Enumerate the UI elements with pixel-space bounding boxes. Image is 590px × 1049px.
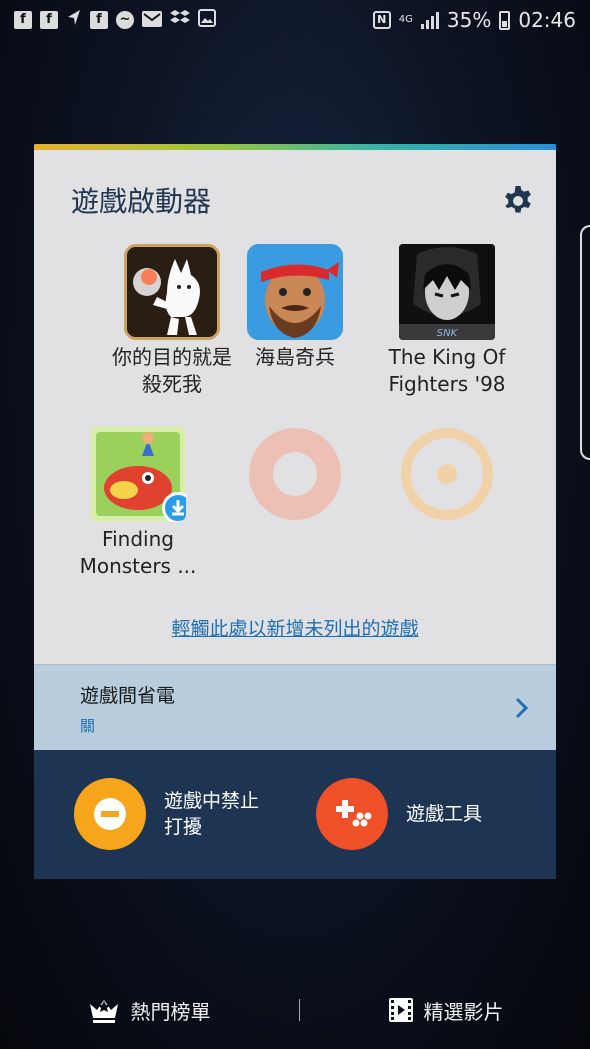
do-not-disturb-icon — [74, 778, 146, 850]
image-icon — [198, 8, 216, 32]
status-bar: f f f ~ N 4G 35% 02:46 — [0, 0, 590, 40]
game-tools-panel: 遊戲中禁止 打擾 遊戲工具 — [34, 750, 556, 879]
svg-text:SNK: SNK — [437, 328, 459, 339]
app-tile-boom-beach[interactable]: 海島奇兵 — [215, 244, 375, 371]
messenger-icon: ~ — [116, 11, 134, 29]
featured-videos-label: 精選影片 — [423, 999, 504, 1024]
battery-percent: 35% — [446, 8, 492, 32]
tool-label-line: 打擾 — [164, 816, 203, 838]
gmail-icon — [142, 8, 162, 32]
empty-slot — [215, 426, 375, 526]
app-label-line: Monsters ... — [79, 554, 197, 578]
empty-slot-target-icon — [401, 428, 493, 520]
chevron-right-icon — [515, 697, 528, 719]
app-label: 海島奇兵 — [215, 344, 375, 371]
do-not-disturb-button[interactable]: 遊戲中禁止 打擾 — [74, 778, 274, 850]
app-label: The King Of Fighters '98 — [367, 344, 527, 398]
bottom-nav: 熱門榜單 精選影片 — [0, 985, 590, 1035]
gamepad-icon — [316, 778, 388, 850]
clock: 02:46 — [518, 8, 576, 32]
facebook-icon: f — [90, 11, 108, 29]
nav-divider — [298, 999, 300, 1021]
tool-label: 遊戲中禁止 打擾 — [164, 788, 274, 840]
power-save-title: 遊戲間省電 — [80, 685, 176, 707]
add-unlisted-game-link[interactable]: 輕觸此處以新增未列出的遊戲 — [34, 614, 556, 641]
tool-label: 遊戲工具 — [406, 801, 516, 827]
dropbox-icon — [170, 8, 190, 32]
gear-icon[interactable] — [502, 185, 534, 217]
game-power-saving-row[interactable]: 遊戲間省電 關 — [34, 664, 556, 750]
power-save-status: 關 — [80, 717, 96, 735]
app-label-line: The King Of — [388, 345, 506, 369]
network-type: 4G — [398, 14, 413, 25]
game-tools-button[interactable]: 遊戲工具 — [316, 778, 516, 850]
download-icon — [162, 492, 186, 522]
app-icon: SNK — [399, 244, 495, 340]
notification-icons: f f f ~ — [14, 8, 216, 32]
tool-label-line: 遊戲工具 — [406, 803, 483, 825]
top-charts-label: 熱門榜單 — [130, 999, 211, 1024]
nfc-icon: N — [372, 11, 391, 29]
app-label-line: Finding — [102, 527, 174, 551]
system-status: N 4G 35% 02:46 — [372, 8, 576, 32]
signal-icon — [420, 11, 439, 29]
app-icon — [90, 426, 186, 522]
game-launcher-card: 遊戲啟動器 你的目的就是 殺死我 海島奇兵 SNK The King Of Fi… — [34, 144, 556, 879]
crown-icon — [89, 1000, 118, 1023]
top-charts-button[interactable]: 熱門榜單 — [87, 996, 211, 1025]
app-tile-kof98[interactable]: SNK The King Of Fighters '98 — [367, 244, 527, 398]
facebook-icon: f — [40, 11, 58, 29]
page-title: 遊戲啟動器 — [71, 185, 212, 218]
tool-label-line: 遊戲中禁止 — [164, 790, 260, 812]
navigation-icon — [66, 8, 82, 32]
app-label-line: 殺死我 — [142, 372, 202, 396]
featured-videos-button[interactable]: 精選影片 — [388, 996, 504, 1025]
card-header: 遊戲啟動器 — [34, 150, 556, 240]
app-label-line: 海島奇兵 — [255, 345, 335, 369]
video-icon — [388, 998, 413, 1022]
empty-slot — [367, 426, 527, 526]
edge-panel-handle[interactable] — [580, 225, 590, 460]
app-tile-finding-monsters[interactable]: Finding Monsters ... — [58, 426, 218, 580]
app-label-line: Fighters '98 — [388, 372, 506, 396]
app-icon — [247, 244, 343, 340]
facebook-icon: f — [14, 11, 32, 29]
battery-icon — [499, 10, 511, 30]
app-label: Finding Monsters ... — [58, 526, 218, 580]
app-icon — [124, 244, 220, 340]
empty-slot-ring-icon — [249, 428, 341, 520]
